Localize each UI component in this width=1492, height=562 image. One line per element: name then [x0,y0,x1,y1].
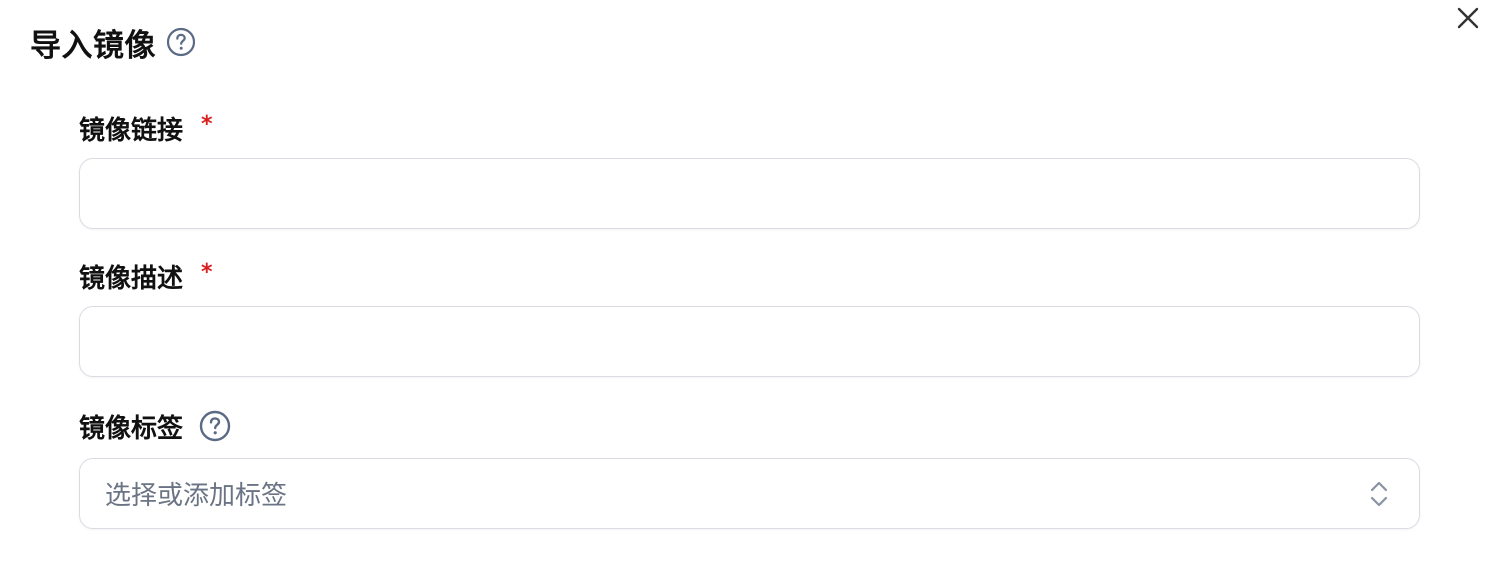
image-tags-placeholder: 选择或添加标签 [105,481,288,511]
question-circle-icon[interactable] [199,410,231,442]
close-icon [1457,7,1479,29]
required-asterisk: * [201,259,213,285]
image-link-label-text: 镜像链接 [79,115,184,146]
image-description-label-text: 镜像描述 [79,263,184,294]
import-image-dialog: 导入镜像 镜像链接 * 镜像描述 * 镜像标签 选择或添加标签 [0,0,1492,562]
required-asterisk: * [201,111,213,137]
image-tags-label: 镜像标签 [79,410,231,444]
image-tags-label-text: 镜像标签 [79,413,184,444]
image-tags-select[interactable]: 选择或添加标签 [79,458,1420,529]
image-link-input[interactable] [79,158,1420,229]
dialog-header: 导入镜像 [30,22,196,64]
image-description-input[interactable] [79,306,1420,377]
image-description-label: 镜像描述 * [79,259,213,294]
image-link-label: 镜像链接 * [79,111,213,146]
question-circle-icon[interactable] [166,27,196,57]
close-button[interactable] [1454,4,1482,32]
dialog-title: 导入镜像 [30,27,156,64]
chevron-up-down-icon [1367,479,1391,509]
